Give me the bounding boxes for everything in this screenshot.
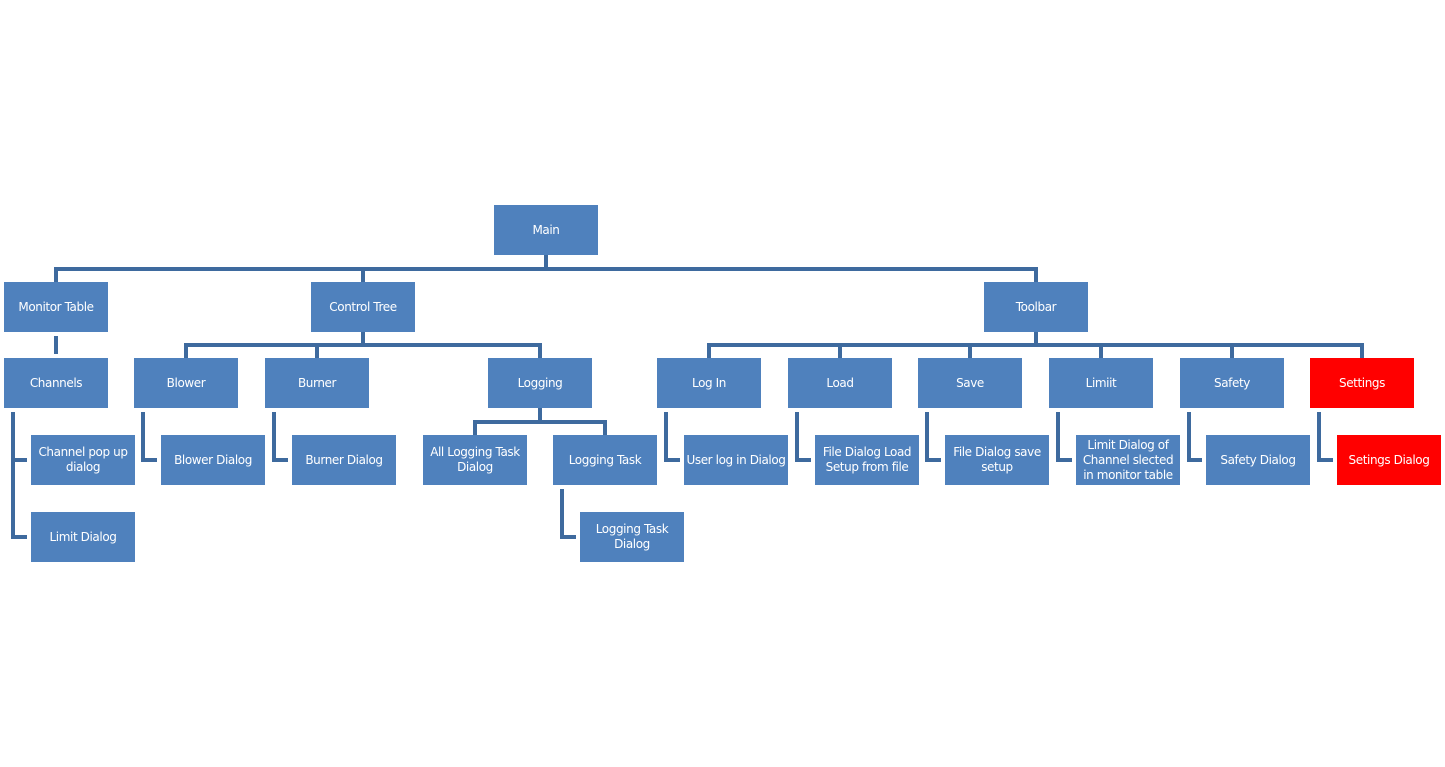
node-blower: Blower (134, 358, 238, 408)
node-blower-dialog: Blower Dialog (161, 435, 265, 485)
node-label: Burner Dialog (305, 452, 383, 467)
node-channel-popup: Channel pop up dialog (31, 435, 135, 485)
node-setings-dialog: Setings Dialog (1337, 435, 1441, 485)
node-log-in: Log In (657, 358, 761, 408)
node-label: Limit Dialog (49, 529, 117, 544)
node-label: Log In (692, 375, 726, 390)
node-label: All Logging Task Dialog (430, 445, 520, 474)
node-label: Toolbar (1015, 299, 1057, 314)
node-limit-dialog-channel: Limit Dialog of Channel slected in monit… (1076, 435, 1180, 485)
node-label: Logging Task Dialog (595, 522, 669, 551)
node-toolbar: Toolbar (984, 282, 1088, 332)
node-limiit: Limiit (1049, 358, 1153, 408)
node-label: Blower (166, 375, 206, 390)
node-label: Setings Dialog (1348, 452, 1430, 467)
node-safety: Safety (1180, 358, 1284, 408)
node-logging-task-dialog: Logging Task Dialog (580, 512, 684, 562)
org-chart: Main Monitor Table Control Tree Toolbar Chan… (0, 0, 1445, 767)
node-label: Control Tree (329, 299, 397, 314)
node-label: Burner (297, 375, 337, 390)
node-load: Load (788, 358, 892, 408)
node-logging-task: Logging Task (553, 435, 657, 485)
node-limit-dialog: Limit Dialog (31, 512, 135, 562)
node-label: Logging Task (568, 452, 642, 467)
node-burner-dialog: Burner Dialog (292, 435, 396, 485)
node-user-login-dialog: User log in Dialog (684, 435, 788, 485)
node-label: Limit Dialog of Channel slected in monit… (1082, 437, 1174, 482)
node-burner: Burner (265, 358, 369, 408)
node-label: Main (532, 222, 560, 237)
node-channels: Channels (4, 358, 108, 408)
node-main: Main (494, 205, 598, 255)
node-label: Settings (1338, 375, 1386, 390)
node-label: Load (826, 375, 854, 390)
node-label: File Dialog Load Setup from file (822, 445, 912, 474)
node-label: Logging (517, 375, 563, 390)
node-monitor-table: Monitor Table (4, 282, 108, 332)
node-logging: Logging (488, 358, 592, 408)
node-label: User log in Dialog (686, 452, 786, 467)
node-label: File Dialog save setup (953, 445, 1041, 474)
node-file-dialog-load: File Dialog Load Setup from file (815, 435, 919, 485)
node-save: Save (918, 358, 1022, 408)
node-all-logging-task-dialog: All Logging Task Dialog (423, 435, 527, 485)
node-label: Limiit (1085, 375, 1117, 390)
node-label: Safety (1214, 375, 1250, 390)
node-label: Channels (29, 375, 83, 390)
node-label: Save (956, 375, 984, 390)
node-file-dialog-save: File Dialog save setup (945, 435, 1049, 485)
node-label: Channel pop up dialog (38, 445, 128, 474)
node-safety-dialog: Safety Dialog (1206, 435, 1310, 485)
node-label: Monitor Table (18, 299, 94, 314)
node-settings: Settings (1310, 358, 1414, 408)
node-label: Blower Dialog (174, 452, 252, 467)
node-control-tree: Control Tree (311, 282, 415, 332)
node-label: Safety Dialog (1220, 452, 1296, 467)
